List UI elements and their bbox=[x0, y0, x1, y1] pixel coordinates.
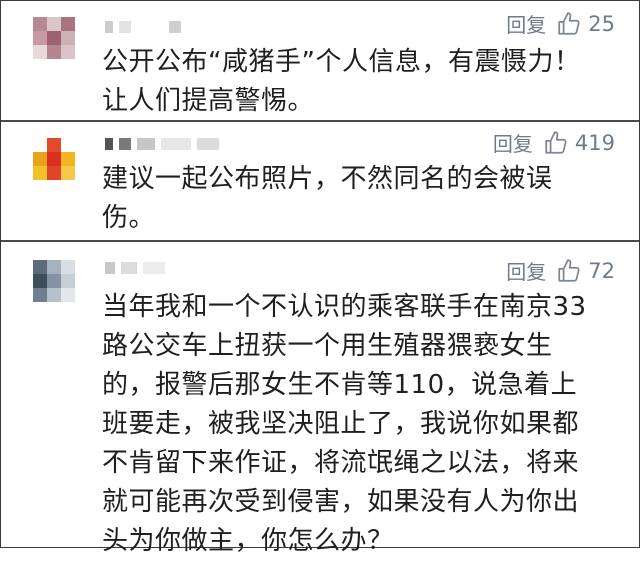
thumbs-up-icon bbox=[545, 130, 567, 154]
comment-text: 公开公布“咸猪手”个人信息，有震慑力！让人们提高警惕。 bbox=[102, 47, 581, 116]
comment-text: 建议一起公布照片，不然同名的会被误伤。 bbox=[102, 164, 553, 233]
like-count: 25 bbox=[588, 11, 615, 36]
comment-item: 回复 25 公开公布“咸猪手”个人信息，有震慑力！让人们提高警惕。 bbox=[1, 1, 639, 122]
username-redacted[interactable] bbox=[105, 19, 181, 35]
reply-button[interactable]: 回复 bbox=[493, 128, 533, 157]
reply-button[interactable]: 回复 bbox=[506, 256, 546, 285]
pixelated-avatar-icon[interactable] bbox=[33, 260, 75, 302]
username-redacted[interactable] bbox=[105, 136, 219, 152]
comment-actions: 回复 419 bbox=[493, 128, 615, 157]
comment-actions: 回复 25 bbox=[506, 9, 615, 38]
like-button[interactable]: 25 bbox=[556, 11, 615, 37]
like-button[interactable]: 72 bbox=[556, 258, 615, 284]
comment-item: 回复 419 建议一起公布照片，不然同名的会被误伤。 bbox=[1, 122, 639, 242]
thumbs-up-icon bbox=[558, 11, 580, 35]
username-redacted[interactable] bbox=[105, 260, 165, 276]
like-count: 419 bbox=[574, 130, 615, 155]
comment-actions: 回复 72 bbox=[506, 256, 615, 285]
like-count: 72 bbox=[588, 258, 615, 283]
comment-list: 回复 25 公开公布“咸猪手”个人信息，有震慑力！让人们提高警惕。 回复 419… bbox=[0, 0, 640, 556]
comment-text: 当年我和一个不认识的乘客联手在南京33路公交车上扭获一个用生殖器猥亵女生的，报警… bbox=[102, 292, 587, 556]
pixelated-avatar-icon[interactable] bbox=[33, 138, 75, 180]
reply-button[interactable]: 回复 bbox=[506, 9, 546, 38]
like-button[interactable]: 419 bbox=[543, 130, 615, 156]
comment-item: 回复 72 当年我和一个不认识的乘客联手在南京33路公交车上扭获一个用生殖器猥亵… bbox=[1, 242, 639, 556]
thumbs-up-icon bbox=[558, 258, 580, 282]
pixelated-avatar-icon[interactable] bbox=[33, 17, 75, 59]
